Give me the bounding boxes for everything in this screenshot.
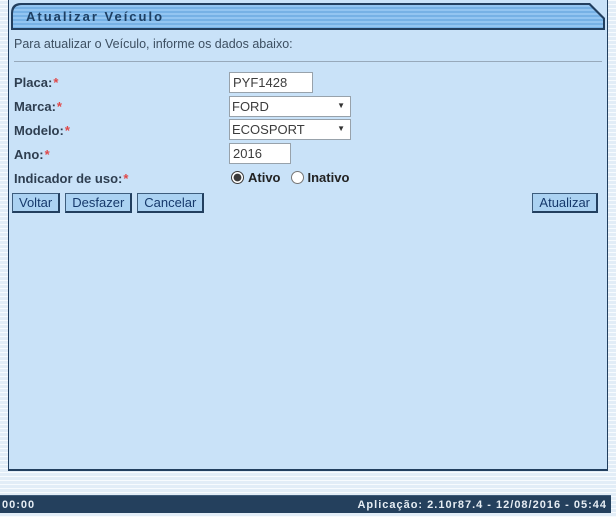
left-button-group: Voltar Desfazer Cancelar [12,193,204,213]
page-background: Atualizar Veículo Para atualizar o Veícu… [0,0,616,517]
placa-label-text: Placa: [14,75,52,90]
atualizar-button[interactable]: Atualizar [532,193,598,213]
modelo-label: Modelo:* [14,123,70,138]
status-bar: 00:00 Aplicação: 2.10r87.4 - 12/08/2016 … [0,495,611,513]
indicador-label: Indicador de uso:* [14,171,128,186]
titlebar-inner: Atualizar Veículo [13,5,603,28]
status-app-info: Aplicação: 2.10r87.4 - 12/08/2016 - 05:4… [357,499,607,511]
marca-select-wrap: FORD ▼ [229,96,351,117]
modelo-select-wrap: ECOSPORT ▼ [229,119,351,140]
indicador-label-text: Indicador de uso: [14,171,122,186]
placa-input[interactable] [229,72,313,93]
modelo-label-text: Modelo: [14,123,64,138]
page-title: Atualizar Veículo [26,9,164,24]
cancelar-button[interactable]: Cancelar [137,193,204,213]
required-asterisk: * [65,123,70,138]
voltar-button[interactable]: Voltar [12,193,60,213]
ativo-radio-label[interactable]: Ativo [248,170,281,185]
modelo-select[interactable]: ECOSPORT [229,119,351,140]
ativo-radio[interactable] [231,171,244,184]
inativo-radio[interactable] [291,171,304,184]
titlebar: Atualizar Veículo [11,3,605,30]
ano-input[interactable] [229,143,291,164]
marca-label: Marca:* [14,99,62,114]
desfazer-button[interactable]: Desfazer [65,193,132,213]
indicador-radio-group: Ativo Inativo [231,170,359,185]
required-asterisk: * [57,99,62,114]
ano-label-text: Ano: [14,147,44,162]
ano-label: Ano:* [14,147,50,162]
placa-label: Placa:* [14,75,58,90]
marca-select[interactable]: FORD [229,96,351,117]
status-timer: 00:00 [2,499,35,511]
inativo-radio-label[interactable]: Inativo [308,170,350,185]
main-panel: Atualizar Veículo Para atualizar o Veícu… [8,0,608,471]
instructions-text: Para atualizar o Veículo, informe os dad… [14,37,293,51]
marca-label-text: Marca: [14,99,56,114]
required-asterisk: * [45,147,50,162]
required-asterisk: * [123,171,128,186]
required-asterisk: * [53,75,58,90]
separator-line [14,61,602,62]
